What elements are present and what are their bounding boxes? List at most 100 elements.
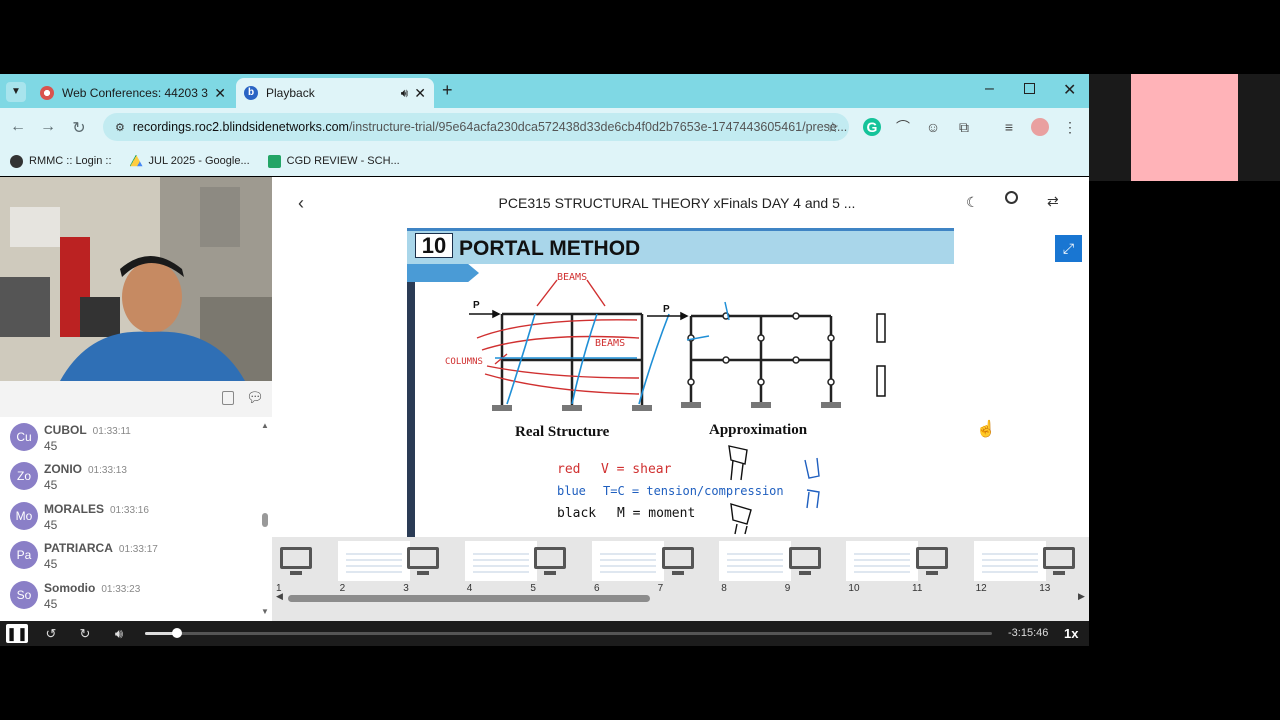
thumbnail-number: 10 xyxy=(848,583,860,594)
slide-thumbnail[interactable] xyxy=(1037,541,1081,581)
monitor-stand xyxy=(671,571,684,575)
bookmark-cgd-review[interactable]: CGD REVIEW - SCH... xyxy=(267,154,400,168)
slide-thumbnail-strip[interactable]: ◀ ▶ 1 2 3 4 5 6 7 8 9 10 11 12 13 xyxy=(272,537,1089,621)
bookmark-jul-2025[interactable]: JUL 2025 - Google... xyxy=(129,154,250,168)
google-sheets-icon xyxy=(267,154,281,168)
thumbnail-number: 8 xyxy=(721,583,727,594)
thumbnail-number: 6 xyxy=(594,583,600,594)
scrollbar-thumb[interactable] xyxy=(262,513,268,527)
swap-layout-icon[interactable]: ⇄ xyxy=(1047,193,1059,210)
media-controls-icon[interactable]: ≡ xyxy=(1000,118,1018,136)
menu-icon[interactable]: ⋮ xyxy=(1061,118,1079,136)
copy-icon[interactable] xyxy=(222,391,234,405)
webcam-frame xyxy=(0,177,272,381)
chat-message-list[interactable]: Cu CUBOL 01:33:11 45 Zo ZONIO 01:33:13 45 … xyxy=(0,417,272,621)
slide-thumbnail[interactable] xyxy=(337,541,410,581)
sender-name: CUBOL 01:33:11 xyxy=(44,423,131,437)
grammarly-icon[interactable]: G xyxy=(863,118,881,136)
slide: 10 PORTAL METHOD BEAMS BEAMS COLUMNS P P… xyxy=(407,228,954,537)
monitor-stand xyxy=(798,571,811,575)
slide-thumbnail[interactable] xyxy=(464,541,537,581)
message-time: 01:33:17 xyxy=(118,544,158,555)
label-load-right: P xyxy=(663,304,670,315)
slide-thumbnail[interactable] xyxy=(783,541,827,581)
bookmark-label: JUL 2025 - Google... xyxy=(148,155,250,167)
slide-thumbnail[interactable] xyxy=(592,541,664,581)
thumbnail-scrollbar[interactable]: ◀ ▶ xyxy=(276,591,1085,603)
playback-speed-button[interactable]: 1x xyxy=(1064,626,1078,641)
close-window-button[interactable]: ✕ xyxy=(1063,80,1076,100)
rewind-icon[interactable]: ↺ xyxy=(41,624,61,643)
slide-thumbnail[interactable] xyxy=(973,541,1046,581)
forward-button[interactable]: → xyxy=(38,118,58,136)
thumbnail-number: 3 xyxy=(403,583,409,594)
site-info-icon[interactable]: ⚙ xyxy=(115,121,125,134)
monitor-icon xyxy=(916,547,948,569)
legend-meaning: T=C = tension/compression xyxy=(603,484,784,498)
legend-row-black: black M = moment xyxy=(557,506,695,521)
star-icon[interactable]: ☆ xyxy=(826,119,839,136)
close-icon[interactable]: ✕ xyxy=(414,85,426,102)
url-host: recordings.roc2.blindsidenetworks.com xyxy=(132,120,349,134)
monitor-icon xyxy=(788,547,821,569)
restore-button[interactable] xyxy=(1024,83,1035,94)
back-chevron-icon[interactable]: ‹ xyxy=(298,193,304,214)
chat-scrollbar[interactable]: ▲ ▼ xyxy=(261,421,269,617)
monitor-stand xyxy=(290,571,302,575)
dark-mode-icon[interactable]: ☾ xyxy=(966,194,979,211)
scroll-up-icon[interactable]: ▲ xyxy=(261,421,269,430)
legend-meaning: V = shear xyxy=(601,462,672,477)
monitor-stand xyxy=(1053,571,1066,575)
browser-toolbar: ← → ↻ ⚙ recordings.roc2.blindsidenetwork… xyxy=(0,108,1089,146)
speaker-icon[interactable]: 🔊︎ xyxy=(401,86,409,101)
message-text: 45 xyxy=(44,518,58,532)
thumbnail-number: 1 xyxy=(276,583,282,594)
new-tab-button[interactable]: + xyxy=(442,80,453,101)
slide-thumbnail[interactable] xyxy=(656,541,700,581)
slide-thumbnail[interactable] xyxy=(401,541,445,581)
chat-bubbles-icon[interactable]: 💬︎ xyxy=(246,389,264,406)
search-icon[interactable] xyxy=(1005,191,1018,204)
avatar-extension-icon[interactable]: ☺ xyxy=(924,118,942,136)
pause-button[interactable]: ❚❚ xyxy=(6,624,28,643)
tab-web-conferences[interactable]: Web Conferences: 44203 3 PCE ✕ xyxy=(32,78,234,108)
chat-toolbar: 💬︎ xyxy=(0,381,272,417)
back-button[interactable]: ← xyxy=(8,118,28,136)
avatar: Cu xyxy=(10,423,38,451)
thumbnail-number: 5 xyxy=(530,583,536,594)
slide-thumbnail[interactable] xyxy=(528,541,572,581)
tab-playback[interactable]: b Playback 🔊︎ ✕ xyxy=(236,78,434,108)
monitor-icon xyxy=(407,547,440,569)
rainbow-extension-icon[interactable]: ⌒ xyxy=(894,118,912,136)
label-columns: COLUMNS xyxy=(445,357,483,367)
slide-thumbnail[interactable] xyxy=(910,541,954,581)
scrollbar-thumb[interactable] xyxy=(288,595,650,602)
minimize-button[interactable]: – xyxy=(985,80,994,98)
thumbnail-preview xyxy=(854,549,911,573)
bookmark-label: CGD REVIEW - SCH... xyxy=(286,155,400,167)
sender-name: Somodio 01:33:23 xyxy=(44,581,141,595)
seek-bar[interactable] xyxy=(145,628,992,638)
puzzle-icon[interactable]: ⧉ xyxy=(955,118,973,136)
address-bar[interactable]: ⚙ recordings.roc2.blindsidenetworks.com /… xyxy=(103,113,849,141)
message-time: 01:33:23 xyxy=(101,584,141,595)
seek-bar-handle[interactable] xyxy=(172,628,183,638)
volume-icon[interactable]: 🔊︎ xyxy=(109,624,129,643)
slide-thumbnail[interactable] xyxy=(846,541,919,581)
close-icon[interactable]: ✕ xyxy=(214,85,226,102)
scroll-right-icon[interactable]: ▶ xyxy=(1078,591,1085,602)
fullscreen-button[interactable]: ⤢ xyxy=(1055,235,1082,262)
slide-thumbnail[interactable] xyxy=(274,541,318,581)
reload-button[interactable]: ↻ xyxy=(69,118,89,138)
bookmark-rmmc[interactable]: RMMC :: Login :: xyxy=(10,154,112,168)
profile-avatar[interactable] xyxy=(1031,118,1049,136)
legend-row-blue: blue T=C = tension/compression xyxy=(557,484,784,498)
scroll-down-icon[interactable]: ▼ xyxy=(261,607,269,616)
message-text: 45 xyxy=(44,597,58,611)
tab-search-button[interactable]: ▼ xyxy=(6,82,26,102)
slide-thumbnail[interactable] xyxy=(719,541,792,581)
browser-tab-strip: ▼ Web Conferences: 44203 3 PCE ✕ b Playb… xyxy=(0,74,1089,108)
forward-icon[interactable]: ↻ xyxy=(75,624,95,643)
google-drive-icon xyxy=(129,154,143,167)
webcam-video[interactable] xyxy=(0,177,272,381)
